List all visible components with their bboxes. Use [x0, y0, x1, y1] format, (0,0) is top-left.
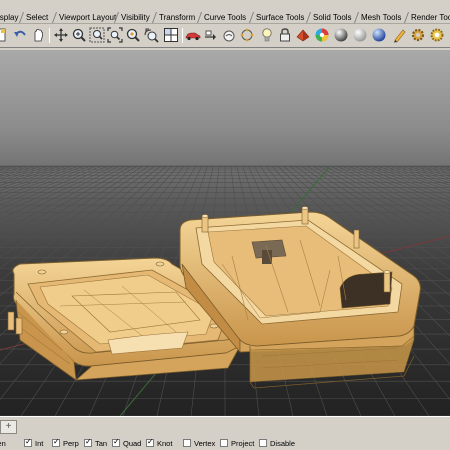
pencil-icon[interactable]	[392, 27, 408, 43]
toolbar-separator	[182, 28, 183, 43]
osnap-disable[interactable]: Disable	[259, 439, 295, 449]
osnap-label: Vertex	[194, 439, 216, 448]
osnap-label: Int	[35, 439, 44, 448]
osnap-checkbox[interactable]	[220, 439, 228, 447]
osnap-int[interactable]: Int	[24, 437, 44, 449]
osnap-quad[interactable]: Quad	[112, 437, 142, 449]
tab-surface-tools[interactable]: Surface Tools	[254, 12, 304, 23]
pan-icon[interactable]	[30, 27, 46, 43]
osnap-bar: Cen Int Perp Tan Quad Knot Vertex Project Disabl…	[0, 437, 450, 450]
color-wheel-icon[interactable]	[314, 27, 330, 43]
blue-sphere-icon[interactable]	[371, 27, 387, 43]
osnap-checkbox[interactable]	[52, 437, 60, 447]
zoom-extents-icon[interactable]	[107, 27, 123, 43]
osnap-label: Knot	[157, 439, 173, 448]
shaded-display-icon[interactable]	[295, 27, 311, 43]
osnap-checkbox[interactable]	[24, 437, 32, 447]
tab-curve-tools[interactable]: Curve Tools	[202, 12, 246, 23]
hide-icon[interactable]	[203, 27, 219, 43]
rhino-window: isplay Select Viewport Layout Visibility…	[0, 0, 450, 450]
tab-visibility[interactable]: Visibility	[119, 12, 150, 23]
points-on-icon[interactable]	[239, 27, 255, 43]
material-sphere-icon[interactable]	[352, 27, 368, 43]
viewport-canvas[interactable]	[0, 50, 450, 416]
tab-display[interactable]: isplay	[0, 12, 18, 23]
rotate-camera-icon[interactable]	[143, 27, 159, 43]
osnap-checkbox[interactable]	[183, 439, 191, 447]
osnap-checkbox[interactable]	[259, 439, 267, 447]
new-file-icon[interactable]	[0, 27, 8, 43]
four-viewports-icon[interactable]	[163, 27, 179, 43]
tab-viewport-layout[interactable]: Viewport Layout	[57, 12, 116, 23]
car-object-icon[interactable]	[185, 27, 201, 43]
osnap-vertex[interactable]: Vertex	[183, 439, 215, 449]
toolbar	[0, 24, 450, 48]
zoom-window-icon[interactable]	[89, 27, 105, 43]
osnap-label: Quad	[123, 439, 142, 448]
zoom-dynamic-icon[interactable]	[71, 27, 87, 43]
show-icon[interactable]	[221, 27, 237, 43]
osnap-label: Tan	[95, 439, 108, 448]
tab-solid-tools[interactable]: Solid Tools	[311, 12, 352, 23]
perspective-viewport[interactable]	[0, 50, 450, 416]
toolbar-separator	[49, 28, 50, 43]
light-bulb-icon[interactable]	[259, 27, 275, 43]
osnap-label: Cen	[0, 439, 6, 448]
undo-icon[interactable]	[12, 27, 28, 43]
zoom-selected-icon[interactable]	[125, 27, 141, 43]
osnap-label: Disable	[270, 439, 296, 448]
render-sphere-icon[interactable]	[333, 27, 349, 43]
osnap-checkbox[interactable]	[146, 437, 154, 447]
tab-select[interactable]: Select	[24, 12, 48, 23]
osnap-label: Project	[231, 439, 255, 448]
tab-mesh-tools[interactable]: Mesh Tools	[359, 12, 401, 23]
osnap-perp[interactable]: Perp	[52, 437, 79, 449]
lock-icon[interactable]	[277, 27, 293, 43]
gear-icon[interactable]	[410, 27, 426, 43]
osnap-label: Perp	[63, 439, 79, 448]
osnap-checkbox[interactable]	[112, 437, 120, 447]
toolbar-tab-strip: isplay Select Viewport Layout Visibility…	[0, 0, 450, 24]
rotate-view-icon[interactable]	[53, 27, 69, 43]
add-viewport-tab-button[interactable]: +	[0, 420, 17, 434]
osnap-checkbox[interactable]	[84, 437, 92, 447]
viewport-tab-strip: +	[0, 416, 450, 437]
tab-transform[interactable]: Transform	[157, 12, 195, 23]
settings-icon[interactable]	[429, 27, 445, 43]
osnap-cen[interactable]: Cen	[0, 439, 6, 449]
osnap-project[interactable]: Project	[220, 439, 254, 449]
osnap-knot[interactable]: Knot	[146, 437, 173, 449]
tab-render-tools[interactable]: Render Tool	[409, 12, 450, 23]
osnap-tan[interactable]: Tan	[84, 437, 108, 449]
